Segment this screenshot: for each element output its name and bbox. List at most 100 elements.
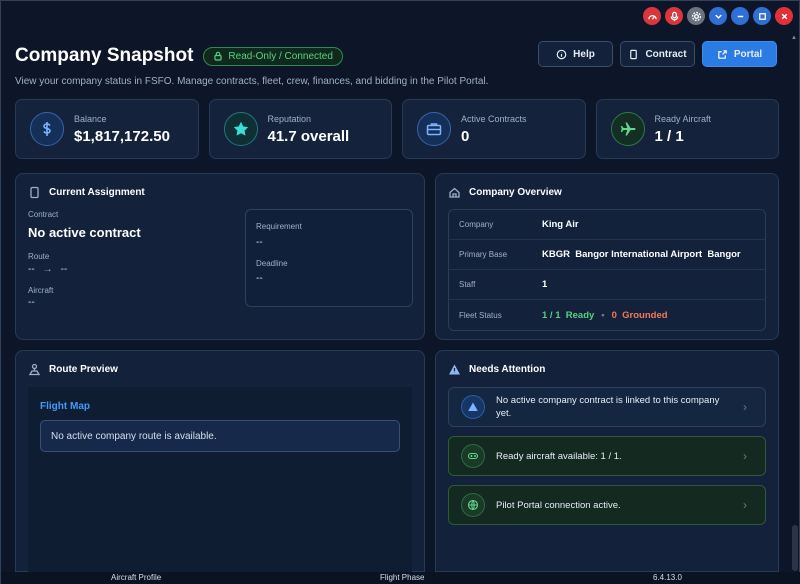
contract-label: Contract (28, 210, 59, 219)
header: Company Snapshot Read-Only / Connected (15, 45, 343, 67)
attention-text: Ready aircraft available: 1 / 1. (496, 450, 622, 462)
panel-title: Route Preview (49, 364, 118, 375)
stat-value: 1 / 1 (654, 127, 684, 145)
flight-map-title: Flight Map (40, 401, 90, 412)
portal-button-label: Portal (733, 48, 763, 60)
panel-title: Company Overview (469, 187, 562, 198)
route-preview-panel: Route Preview Flight Map No active compa… (15, 350, 425, 573)
help-button[interactable]: Help (538, 41, 613, 67)
stat-label: Balance (74, 113, 107, 124)
contract-value: No active contract (28, 225, 141, 240)
portal-button[interactable]: Portal (702, 41, 777, 67)
chevron-right-icon: › (743, 498, 747, 512)
help-button-label: Help (573, 48, 595, 60)
row-key: Company (459, 220, 494, 229)
route-value: -- → -- (28, 264, 67, 275)
close-icon[interactable] (775, 7, 793, 25)
lock-icon (214, 51, 223, 61)
dollar-icon (30, 112, 64, 146)
stat-card-active-contracts: Active Contracts 0 (402, 99, 586, 159)
row-key: Fleet Status (459, 310, 502, 320)
star-icon (223, 112, 258, 146)
document-icon (630, 49, 638, 59)
table-row: Primary Base KBGR Bangor International A… (449, 240, 765, 270)
aircraft-value: -- (28, 297, 35, 308)
stat-cards: Balance $1,817,172.50 Reputation 41.7 ov… (15, 99, 779, 159)
row-value: 1 (542, 279, 548, 290)
warning-icon (449, 364, 460, 375)
deadline-label: Deadline (256, 259, 288, 268)
contract-button[interactable]: Contract (620, 41, 695, 67)
route-to: -- (60, 264, 68, 275)
row-key: Primary Base (459, 250, 508, 259)
current-assignment-panel: Current Assignment Contract No active co… (15, 173, 425, 340)
requirement-label: Requirement (256, 222, 302, 231)
panel-header: Needs Attention (448, 363, 545, 376)
globe-icon (461, 493, 485, 517)
stat-card-reputation: Reputation 41.7 overall (208, 99, 392, 159)
window-controls (643, 7, 793, 25)
panel-title: Current Assignment (49, 187, 145, 198)
fleet-separator: • (601, 309, 605, 321)
attention-text: Pilot Portal connection active. (496, 499, 621, 511)
attention-item-portal[interactable]: Pilot Portal connection active. › (448, 485, 766, 525)
status-badge-label: Read-Only / Connected (228, 50, 333, 62)
minimize-icon[interactable] (731, 7, 749, 25)
scrollbar[interactable]: ▲ (790, 35, 798, 572)
gauge-icon[interactable] (643, 7, 661, 25)
settings-icon[interactable] (687, 7, 705, 25)
stat-value: 0 (461, 127, 470, 145)
stat-label: Ready Aircraft (654, 113, 712, 124)
scroll-thumb[interactable] (792, 525, 798, 571)
attention-item-aircraft[interactable]: Ready aircraft available: 1 / 1. › (448, 436, 766, 476)
company-overview-panel: Company Overview Company King Air Primar… (435, 173, 779, 340)
status-version: 6.4.13.0 (653, 573, 682, 582)
external-link-icon (718, 49, 727, 59)
status-aircraft-profile: Aircraft Profile (111, 573, 162, 582)
aircraft-label: Aircraft (28, 286, 54, 295)
microphone-icon[interactable] (665, 7, 683, 25)
route-from: -- (28, 264, 35, 275)
row-value: King Air (542, 219, 579, 230)
needs-attention-panel: Needs Attention No active company contra… (435, 350, 779, 572)
attention-item-contract[interactable]: No active company contract is linked to … (448, 387, 766, 427)
panel-title: Needs Attention (469, 364, 546, 375)
stat-card-ready-aircraft: Ready Aircraft 1 / 1 (595, 99, 779, 159)
stat-label: Active Contracts (461, 113, 527, 124)
chevron-right-icon: › (743, 449, 747, 463)
airplane-icon (610, 112, 645, 146)
briefcase-icon (417, 112, 451, 146)
chevron-down-icon[interactable] (709, 7, 727, 25)
panel-header: Current Assignment (28, 186, 145, 199)
route-label: Route (28, 252, 50, 261)
info-icon (556, 49, 567, 59)
table-row: Staff 1 (449, 270, 765, 300)
warning-icon (461, 395, 485, 419)
app-window: Company Snapshot Read-Only / Connected V… (0, 0, 800, 584)
stat-value: $1,817,172.50 (74, 127, 170, 145)
map-pin-icon (28, 363, 41, 376)
stat-label: Reputation (267, 113, 312, 124)
stat-value: 41.7 overall (267, 127, 350, 145)
table-row: Fleet Status 1 / 1 Ready • 0 Grounded (449, 300, 765, 330)
header-buttons: Help Contract Portal (538, 41, 777, 67)
panel-header: Company Overview (448, 186, 562, 199)
scroll-up-icon[interactable]: ▲ (791, 35, 797, 41)
table-row: Company King Air (449, 210, 765, 240)
deadline-value: -- (256, 273, 263, 284)
maximize-icon[interactable] (753, 7, 771, 25)
page-title: Company Snapshot (15, 45, 194, 66)
home-icon (449, 187, 460, 198)
row-value: KBGR Bangor International Airport Bangor (542, 249, 741, 260)
status-badge: Read-Only / Connected (203, 46, 343, 66)
status-bar: Aircraft Profile Flight Phase 6.4.13.0 (1, 572, 800, 584)
requirement-box: Requirement -- Deadline -- (245, 209, 413, 307)
flight-map[interactable]: Flight Map No active company route is av… (28, 387, 412, 573)
fleet-grounded: 0 Grounded (611, 309, 668, 321)
page-subtitle: View your company status in FSFO. Manage… (15, 76, 489, 87)
overview-table: Company King Air Primary Base KBGR Bango… (448, 209, 766, 331)
fleet-ready: 1 / 1 Ready (542, 309, 595, 321)
panel-header: Route Preview (28, 363, 118, 376)
attention-text: No active company contract is linked to … (496, 395, 720, 419)
route-arrow: → (42, 264, 53, 275)
